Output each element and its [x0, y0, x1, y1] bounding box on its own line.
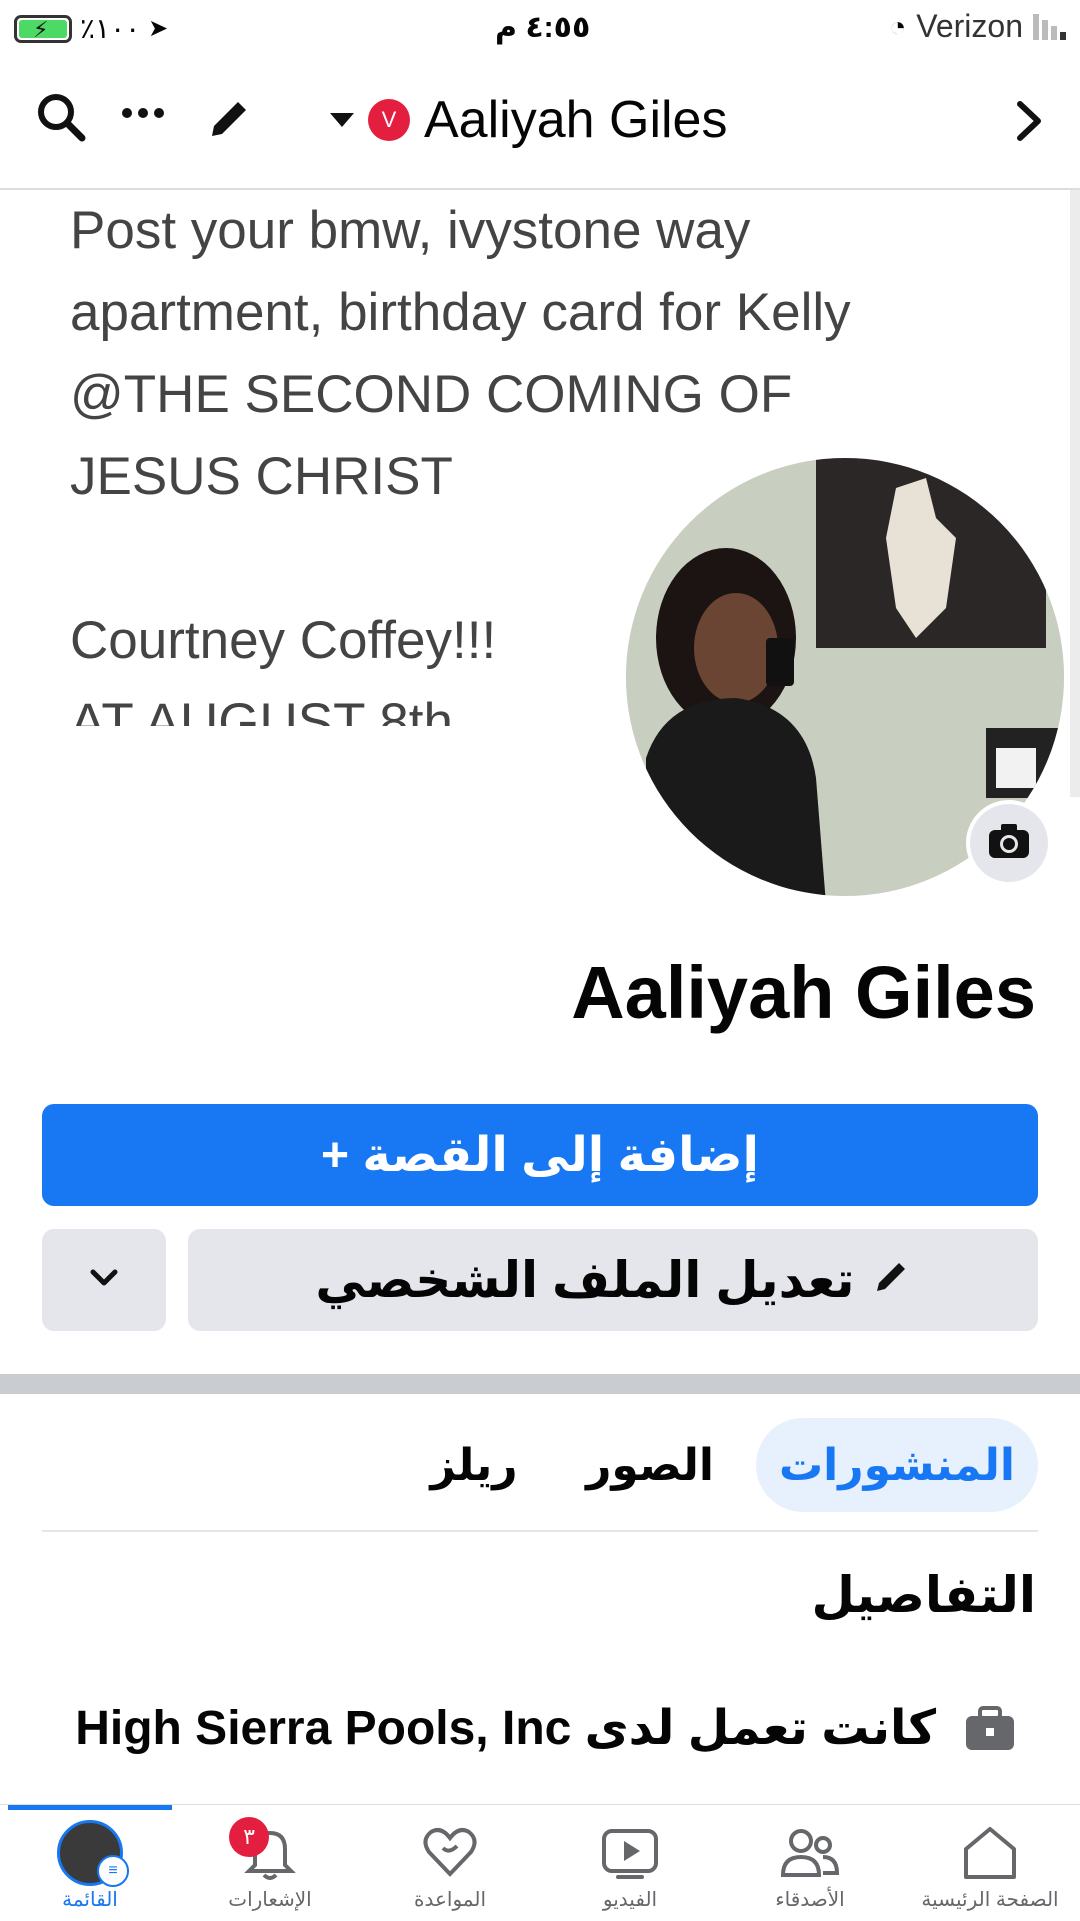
wifi-icon: ◔: [889, 10, 907, 42]
details-heading: التفاصيل: [811, 1567, 1036, 1623]
battery-icon: ⚡: [14, 14, 72, 43]
tab-photos[interactable]: الصور: [570, 1418, 730, 1512]
more-options-icon[interactable]: [122, 108, 164, 118]
signal-icon: [1033, 13, 1066, 40]
chevron-right-icon[interactable]: [1010, 98, 1046, 149]
camera-icon: [987, 822, 1031, 865]
tab-home[interactable]: الصفحة الرئيسية: [900, 1805, 1080, 1921]
nav-title: Aaliyah Giles: [424, 91, 728, 149]
friends-icon: [779, 1823, 841, 1883]
menu-avatar-icon: ≡: [57, 1820, 129, 1887]
tab-friends-label: الأصدقاء: [775, 1889, 845, 1911]
work-detail: كانت تعمل لدى High Sierra Pools, Inc: [56, 1694, 1036, 1804]
tab-menu[interactable]: ≡ القائمة: [0, 1805, 180, 1921]
cover-line: Post your bmw, ivystone way: [70, 201, 751, 260]
chevron-down-icon: [89, 1268, 119, 1293]
bottom-tab-bar: ≡ القائمة ٣ الإشعارات المواعدة الفيديو ا…: [0, 1804, 1080, 1921]
location-icon: ➤: [148, 15, 169, 42]
edit-profile-button[interactable]: تعديل الملف الشخصي: [188, 1229, 1038, 1331]
tab-notifications-label: الإشعارات: [228, 1889, 312, 1911]
dating-heart-icon: [421, 1823, 479, 1883]
carrier-name: Verizon: [916, 8, 1023, 44]
tab-posts[interactable]: المنشورات: [756, 1418, 1038, 1512]
cover-line: apartment, birthday card for Kelly: [70, 283, 851, 342]
tab-video-label: الفيديو: [602, 1889, 658, 1911]
tab-friends[interactable]: الأصدقاء: [720, 1805, 900, 1921]
briefcase-icon: [964, 1706, 1016, 1757]
video-icon: [600, 1823, 660, 1883]
tab-dating[interactable]: المواعدة: [360, 1805, 540, 1921]
work-text: كانت تعمل لدى High Sierra Pools, Inc: [75, 1702, 936, 1755]
tabs-separator: [42, 1530, 1038, 1532]
change-photo-button[interactable]: [966, 800, 1052, 886]
tab-notifications[interactable]: ٣ الإشعارات: [180, 1805, 360, 1921]
notification-badge: ٣: [229, 1817, 269, 1857]
status-bar: ⚡ ٪١٠٠ ➤ ٤:٥٥ م ◔ Verizon: [0, 0, 1080, 56]
section-divider: [0, 1374, 1080, 1394]
edit-profile-label: تعديل الملف الشخصي: [315, 1252, 855, 1308]
pencil-icon: [871, 1251, 911, 1309]
tab-reels[interactable]: ريلز: [404, 1418, 544, 1512]
profile-name: Aaliyah Giles: [571, 951, 1036, 1034]
profile-more-button[interactable]: [42, 1229, 166, 1331]
profile-tabs: المنشورات الصور ريلز: [0, 1418, 1080, 1514]
chevron-down-icon: [330, 113, 354, 127]
cover-line: @THE SECOND COMING OF: [70, 365, 793, 424]
home-icon: [960, 1823, 1020, 1883]
top-nav: V Aaliyah Giles: [0, 56, 1080, 190]
bell-icon: ٣: [229, 1817, 297, 1883]
battery-percent: ٪١٠٠: [80, 13, 141, 44]
pencil-icon[interactable]: [204, 94, 254, 149]
tab-video[interactable]: الفيديو: [540, 1805, 720, 1921]
account-badge: V: [368, 99, 410, 141]
scrollbar[interactable]: [1070, 190, 1080, 797]
tab-dating-label: المواعدة: [413, 1889, 486, 1911]
search-icon[interactable]: [36, 92, 88, 144]
add-to-story-button[interactable]: + إضافة إلى القصة: [42, 1104, 1038, 1206]
account-switcher[interactable]: V Aaliyah Giles: [330, 90, 727, 150]
tab-menu-label: القائمة: [62, 1889, 118, 1911]
clock: ٤:٥٥ م: [495, 11, 591, 44]
tab-home-label: الصفحة الرئيسية: [921, 1889, 1059, 1911]
